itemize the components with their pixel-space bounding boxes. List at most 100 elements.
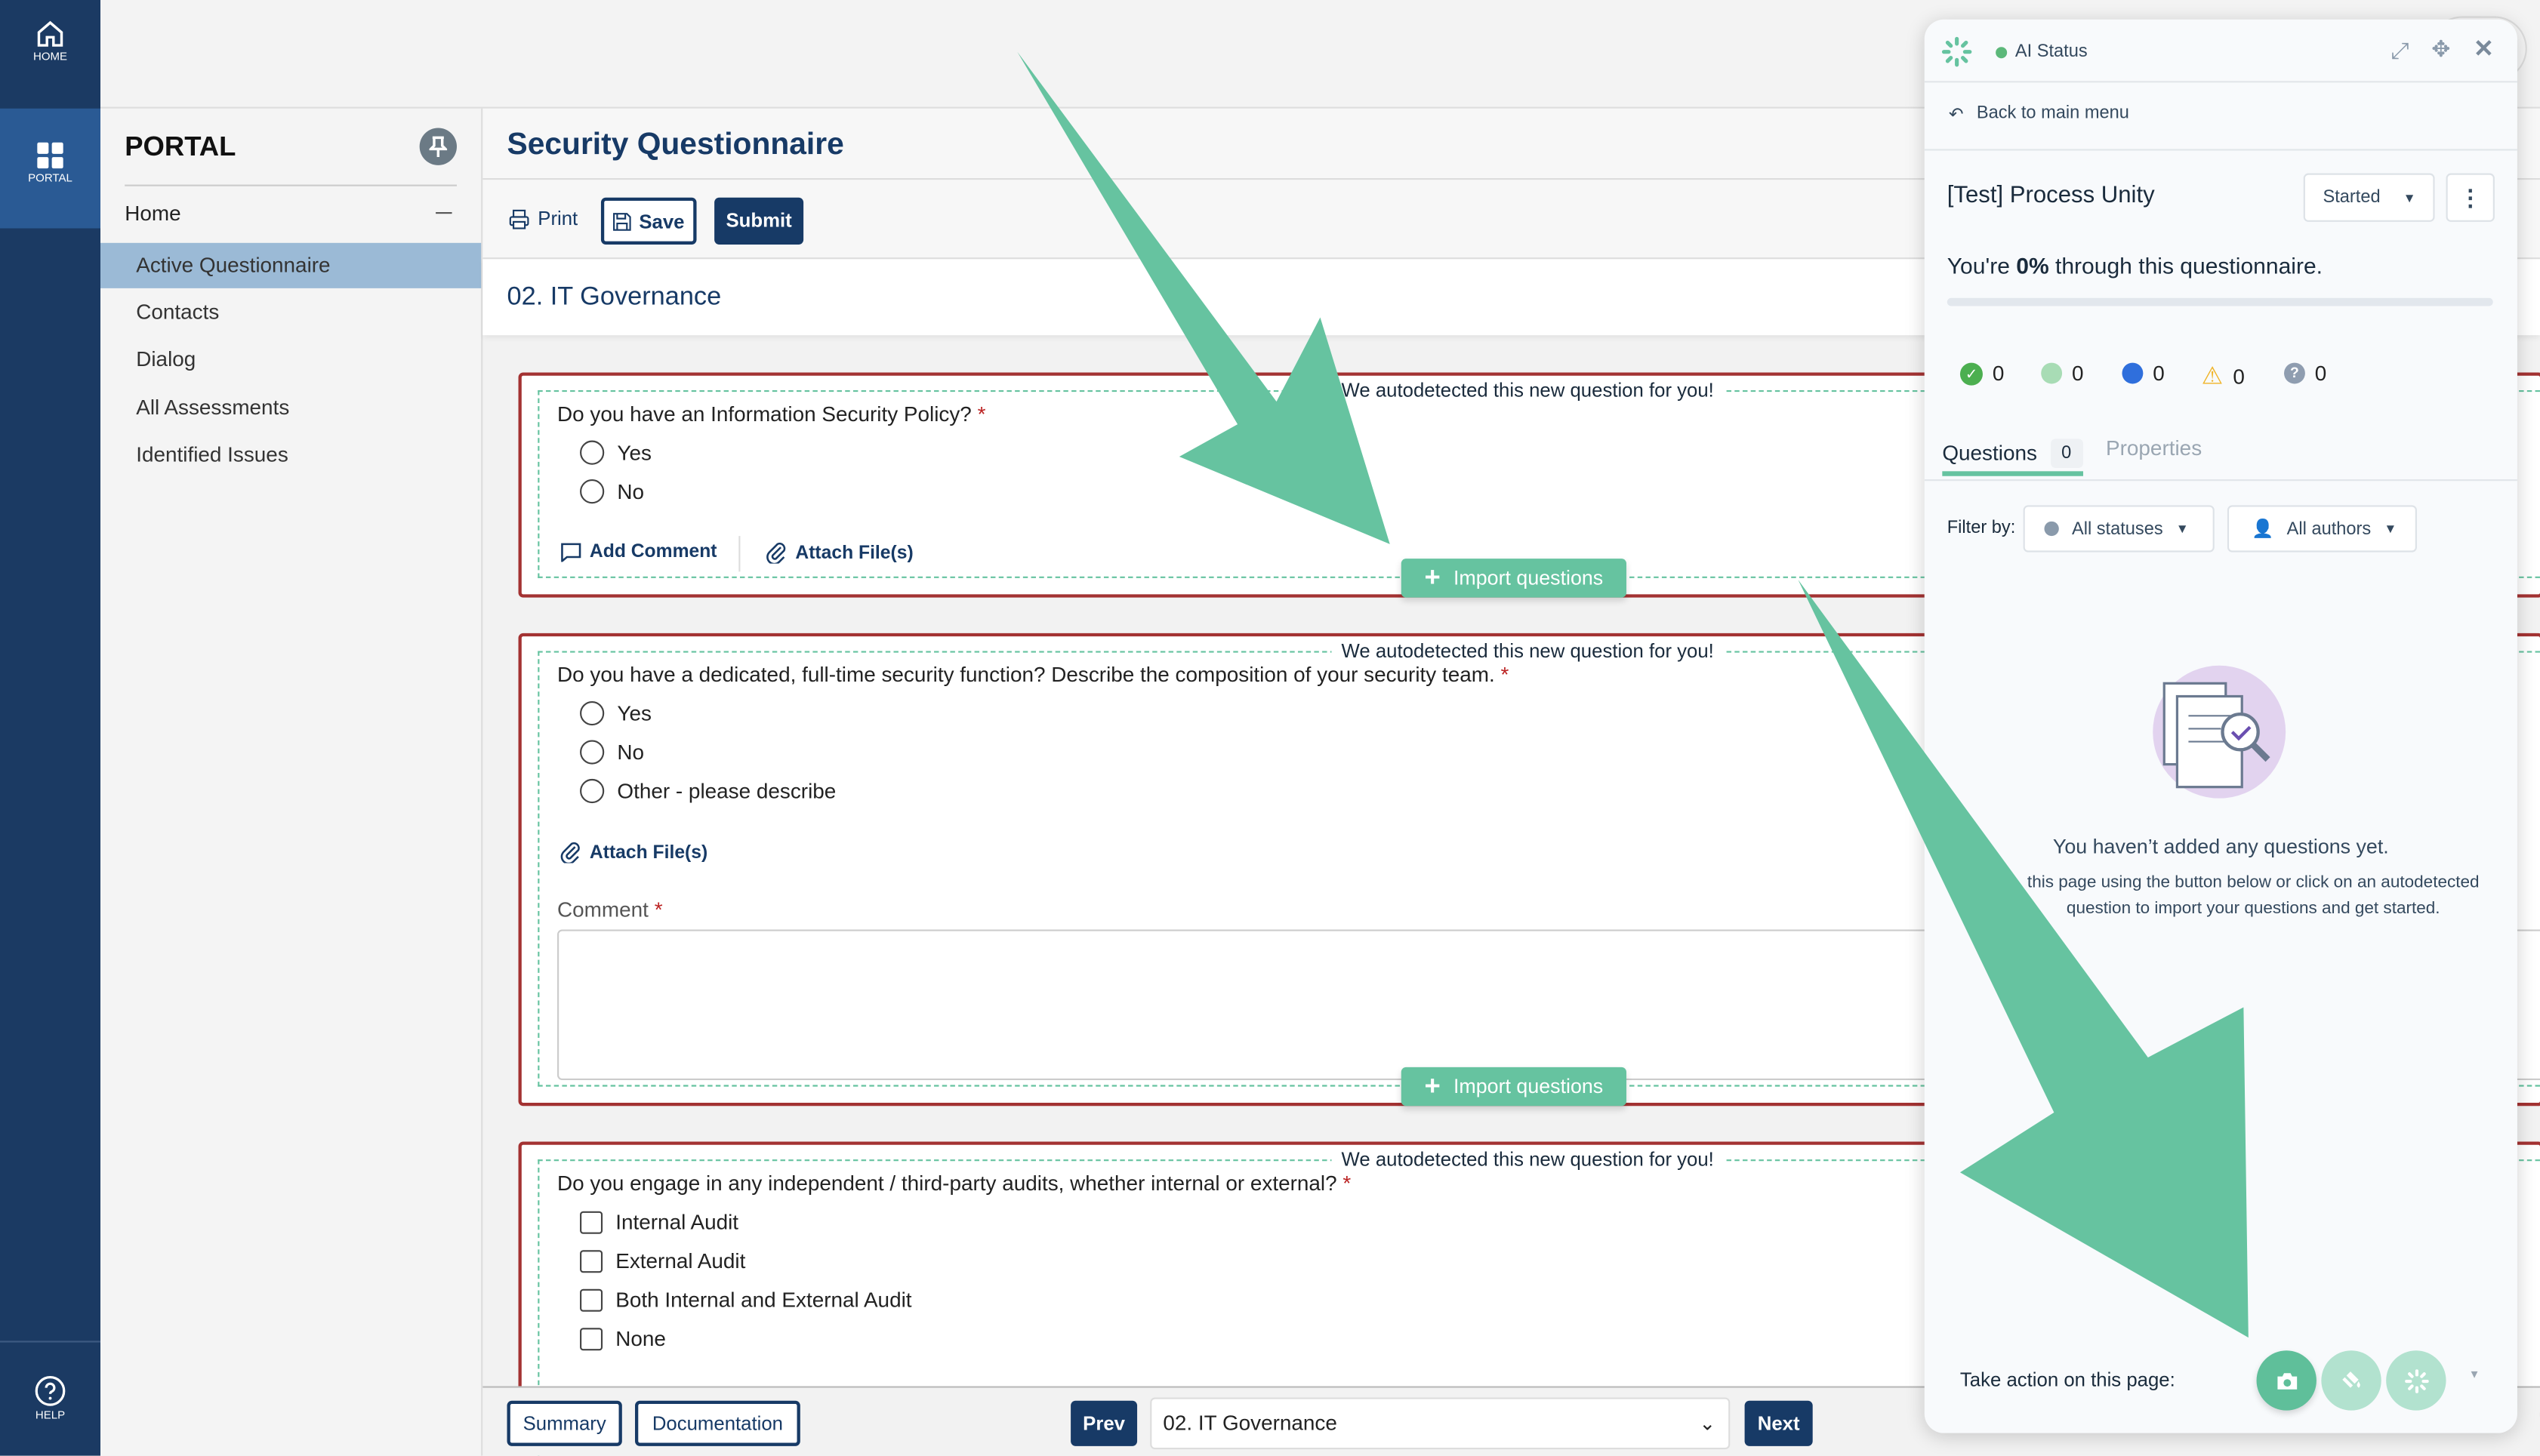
sidebar-home[interactable]: Home (125, 201, 180, 225)
attach-files-button[interactable]: Attach File(s) (766, 543, 914, 564)
caret-down-icon: ▼ (2403, 190, 2416, 205)
documentation-button[interactable]: Documentation (634, 1400, 800, 1446)
radio-circle[interactable] (580, 440, 605, 465)
caret-down-icon[interactable]: ▼ (2469, 1370, 2480, 1381)
prev-button[interactable]: Prev (1071, 1400, 1138, 1446)
paperclip-icon (766, 543, 786, 564)
submit-button[interactable]: Submit (714, 197, 804, 245)
import-label: Import questions (1453, 1075, 1604, 1098)
section-select-value: 02. IT Governance (1163, 1410, 1337, 1435)
rail-home-label: HOME (32, 51, 68, 63)
rail-help[interactable]: HELP (0, 1341, 101, 1455)
count-warning: ⚠ 0 (2202, 361, 2245, 390)
app: HOME PORTAL HELP PORTAL Home Active Ques… (0, 0, 2540, 1456)
minimize-icon[interactable]: ⤢ (2391, 37, 2409, 64)
camera-icon (2276, 1372, 2297, 1389)
import-questions-button[interactable]: + Import questions (1401, 559, 1626, 598)
fill-button[interactable] (2321, 1350, 2381, 1411)
checkbox[interactable] (580, 1249, 603, 1273)
empty-title: You haven’t added any questions yet. (2052, 836, 2389, 859)
save-button[interactable]: Save (600, 197, 697, 245)
option-label: Both Internal and External Audit (615, 1287, 912, 1312)
status-filter-value: All statuses (2071, 519, 2163, 539)
home-icon (37, 20, 63, 47)
comment-icon (561, 543, 581, 562)
close-icon[interactable]: ✕ (2474, 34, 2494, 63)
rail-portal[interactable]: PORTAL (0, 108, 101, 229)
summary-button[interactable]: Summary (507, 1400, 622, 1446)
checkbox-external-audit[interactable]: External Audit (580, 1248, 745, 1273)
author-filter[interactable]: 👤 All authors ▼ (2227, 505, 2417, 553)
sidebar-item-all-assessments[interactable]: All Assessments (100, 386, 481, 431)
collapse-icon[interactable] (436, 212, 452, 214)
author-filter-value: All authors (2286, 519, 2372, 539)
section-select[interactable]: 02. IT Governance ⌄ (1150, 1397, 1731, 1450)
print-button[interactable]: Print (509, 208, 578, 230)
checkbox-both[interactable]: Both Internal and External Audit (580, 1288, 912, 1312)
radio-yes[interactable]: Yes (580, 700, 652, 726)
user-icon: 👤 (2252, 519, 2274, 540)
radio-circle[interactable] (580, 740, 605, 765)
paperclip-icon (560, 842, 580, 863)
import-questions-button[interactable]: + Import questions (1401, 1067, 1626, 1107)
status-dot (1996, 47, 2008, 59)
more-options-button[interactable]: ⋮ (2446, 173, 2495, 222)
tab-questions[interactable]: Questions 0 (1942, 434, 2083, 476)
pin-button[interactable] (419, 128, 458, 165)
back-label: Back to main menu (1976, 103, 2129, 124)
sidebar-item-identified-issues[interactable]: Identified Issues (100, 432, 481, 478)
capture-page-button[interactable] (2256, 1350, 2317, 1411)
sidebar-title: PORTAL (125, 131, 236, 162)
printer-icon (509, 208, 529, 229)
tab-count-badge: 0 (2050, 438, 2083, 467)
attach-files-button[interactable]: Attach File(s) (560, 842, 707, 863)
option-label: Other - please describe (617, 778, 837, 804)
next-button[interactable]: Next (1744, 1400, 1813, 1446)
progress-text: You're 0% through this questionnaire. (1947, 252, 2323, 279)
checkbox-internal-audit[interactable]: Internal Audit (580, 1210, 738, 1234)
count-complete: ✓ 0 (1959, 361, 2004, 386)
sidebar: PORTAL Home Active Questionnaire Contact… (100, 108, 483, 1456)
sidebar-item-active-questionnaire[interactable]: Active Questionnaire (100, 242, 482, 288)
add-comment-button[interactable]: Add Comment (560, 543, 717, 562)
autodetect-label: We autodetected this new question for yo… (1331, 1148, 1724, 1171)
save-label: Save (639, 209, 685, 232)
page-title: Security Questionnaire (507, 128, 844, 162)
option-label: No (617, 740, 645, 765)
checkbox[interactable] (580, 1210, 603, 1233)
import-label: Import questions (1453, 566, 1604, 589)
sparkle-icon (2404, 1368, 2428, 1393)
add-comment-label: Add Comment (589, 542, 717, 562)
radio-yes[interactable]: Yes (580, 440, 652, 465)
grid-icon (37, 142, 63, 169)
tab-properties[interactable]: Properties (2106, 436, 2202, 460)
required-marker: * (1500, 662, 1509, 687)
back-arrow-icon: ↶ (1948, 105, 1964, 125)
sidebar-item-dialog[interactable]: Dialog (100, 337, 481, 382)
save-icon (614, 212, 632, 230)
move-icon[interactable]: ✥ (2431, 35, 2450, 63)
question-text: Do you have an Information Security Poli… (557, 402, 972, 426)
paint-bucket-icon (2339, 1369, 2361, 1391)
section-title: 02. IT Governance (507, 283, 722, 311)
rail-help-label: HELP (35, 1410, 66, 1422)
option-label: Internal Audit (615, 1209, 739, 1234)
checkbox[interactable] (580, 1327, 603, 1350)
back-to-main-menu[interactable]: ↶ Back to main menu (1949, 103, 2129, 125)
checkbox[interactable] (580, 1288, 603, 1311)
rail-home[interactable]: HOME (0, 0, 100, 109)
radio-circle[interactable] (580, 479, 605, 504)
questionnaire-title: [Test] Process Unity (1947, 183, 2155, 209)
radio-no[interactable]: No (580, 740, 645, 765)
ai-status-label: AI Status (2014, 42, 2088, 62)
ai-detect-button[interactable] (2386, 1350, 2446, 1411)
radio-circle[interactable] (580, 700, 605, 726)
radio-circle[interactable] (580, 778, 605, 804)
radio-no[interactable]: No (580, 479, 644, 504)
status-filter[interactable]: All statuses ▼ (2023, 505, 2215, 553)
question-circle-icon: ? (2284, 362, 2305, 384)
sidebar-item-contacts[interactable]: Contacts (100, 290, 481, 335)
checkbox-none[interactable]: None (580, 1326, 666, 1350)
state-dropdown[interactable]: Started ▼ (2303, 173, 2435, 222)
radio-other[interactable]: Other - please describe (580, 778, 837, 804)
